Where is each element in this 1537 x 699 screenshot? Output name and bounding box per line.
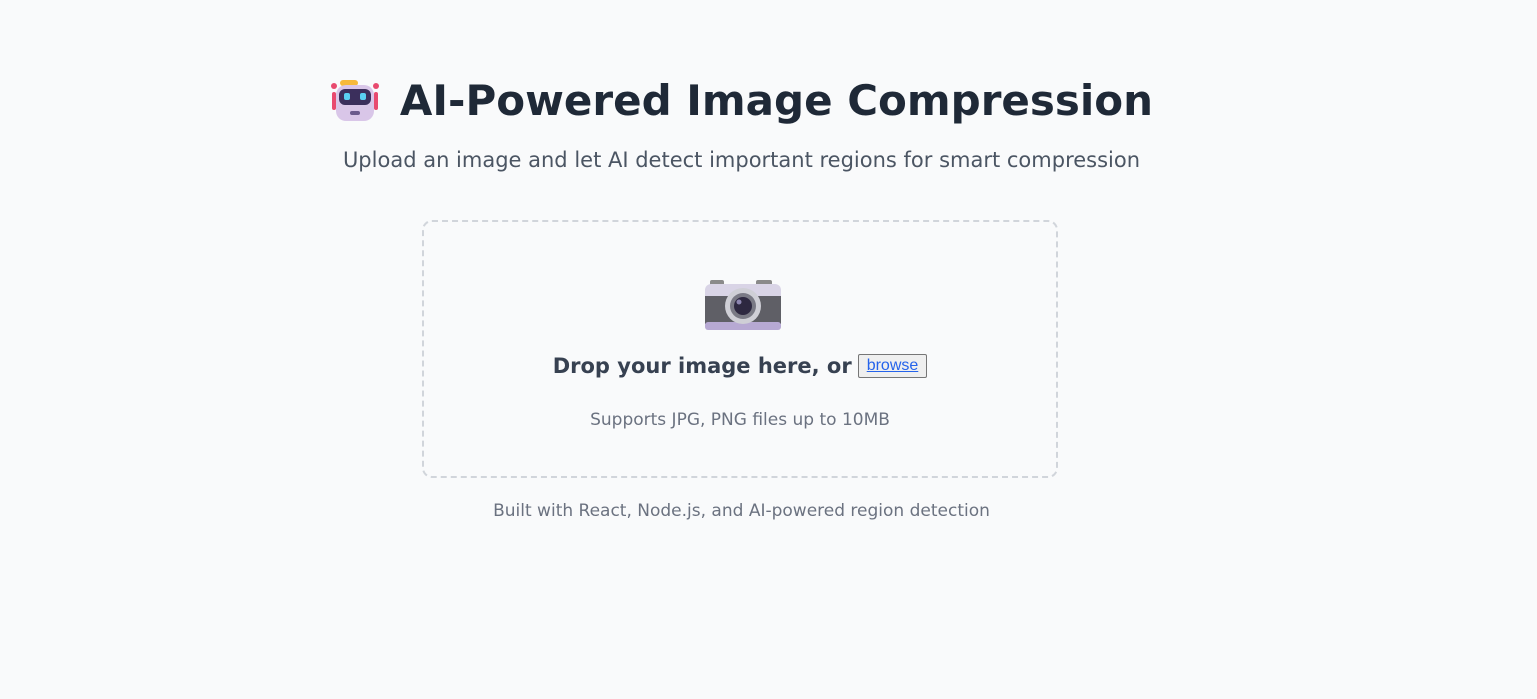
drop-text-row: Drop your image here, or browse — [424, 354, 1056, 378]
footer-text: Built with React, Node.js, and AI-powere… — [493, 501, 990, 521]
camera-icon — [704, 278, 782, 334]
title-row: AI-Powered Image Compression — [0, 72, 1483, 130]
supported-formats-text: Supports JPG, PNG files up to 10MB — [590, 410, 890, 430]
page-title: AI-Powered Image Compression — [399, 76, 1154, 125]
header: AI-Powered Image Compression Upload an i… — [0, 72, 1483, 174]
robot-icon — [330, 76, 380, 126]
upload-dropzone[interactable]: Drop your image here, or browse Supports… — [422, 220, 1058, 478]
page: AI-Powered Image Compression Upload an i… — [0, 0, 1537, 699]
page-subtitle: Upload an image and let AI detect import… — [342, 148, 1141, 172]
browse-button[interactable]: browse — [857, 354, 928, 378]
drop-instructions: Drop your image here, or — [552, 354, 852, 378]
